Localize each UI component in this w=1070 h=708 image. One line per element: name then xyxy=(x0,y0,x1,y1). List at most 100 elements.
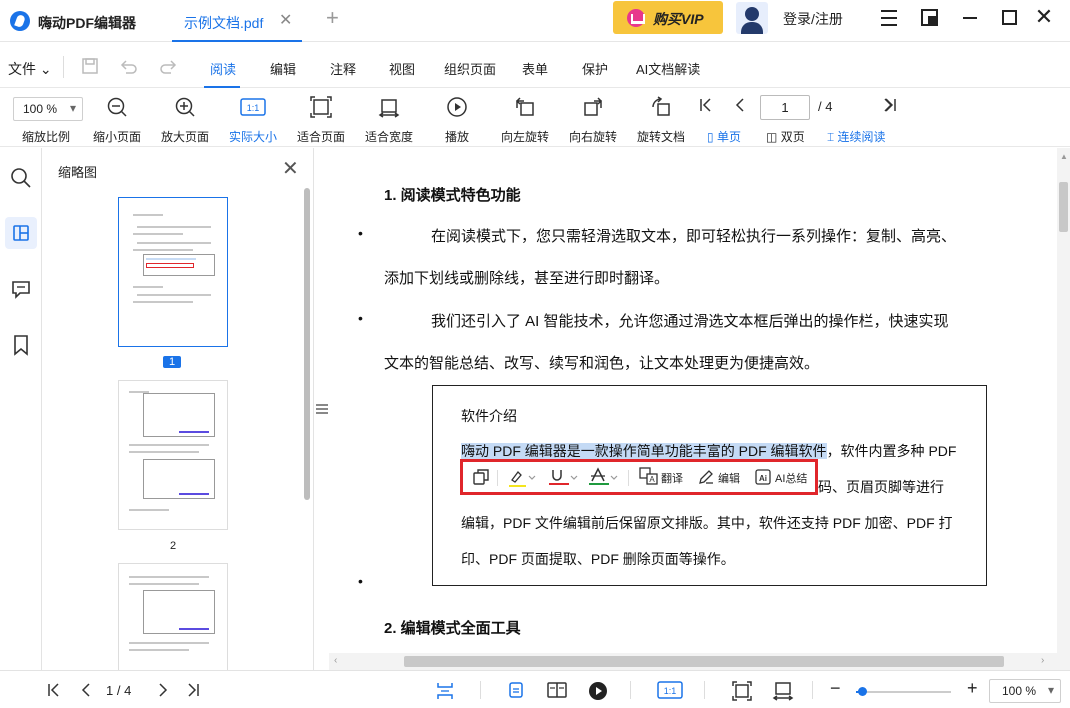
menu-view[interactable]: 视图 xyxy=(389,59,415,78)
minimize-icon[interactable] xyxy=(958,6,982,30)
actual-size-icon[interactable]: 1:1 xyxy=(657,681,683,703)
first-page-icon[interactable] xyxy=(698,95,714,120)
redo-icon[interactable] xyxy=(158,57,178,80)
fit-page-icon[interactable] xyxy=(732,681,752,705)
previous-page-icon[interactable] xyxy=(79,681,93,703)
double-page-icon[interactable] xyxy=(546,681,568,703)
save-icon[interactable] xyxy=(81,57,99,80)
rotate-document-label: 旋转文档 xyxy=(636,130,685,144)
bullet2-line2[interactable]: 文本的智能总结、改写、续写和润色，让文本处理更为便捷高效。 xyxy=(384,352,819,373)
scroll-left-icon[interactable]: ‹ xyxy=(334,655,337,666)
hamburger-menu-icon[interactable] xyxy=(877,6,901,30)
vertical-scrollbar[interactable]: ▲ xyxy=(1057,148,1070,670)
window-layout-icon[interactable] xyxy=(918,6,942,30)
zoom-out-icon[interactable]: − xyxy=(830,678,841,699)
zoom-slider-knob[interactable] xyxy=(857,687,867,696)
continuous-scroll-icon[interactable] xyxy=(436,681,454,705)
selected-text[interactable]: 嗨动 PDF 编辑器是一款操作简单功能丰富的 PDF 编辑软件 xyxy=(461,443,827,459)
document-tab[interactable]: 示例文档.pdf ✕ xyxy=(172,0,302,42)
next-page-icon[interactable] xyxy=(156,681,170,703)
menu-ai-doc[interactable]: AI文档解读 xyxy=(636,59,700,78)
bullet2-line1[interactable]: 我们还引入了 AI 智能技术，允许您通过滑选文本框后弹出的操作栏，快速实现 xyxy=(431,310,949,331)
copy-icon[interactable] xyxy=(472,468,490,489)
zoom-out-button[interactable]: 缩小页面 xyxy=(92,89,142,147)
panel-resize-handle[interactable] xyxy=(316,402,328,416)
zoom-in-icon xyxy=(175,97,195,117)
scroll-right-icon[interactable]: › xyxy=(1041,655,1044,666)
rotate-right-label: 向右旋转 xyxy=(568,130,617,144)
thumbnails-icon[interactable] xyxy=(5,217,37,249)
single-page-option[interactable]: ▯ 单页 xyxy=(707,128,741,145)
double-page-option[interactable]: ◫ 双页 xyxy=(766,128,805,145)
menu-annotate[interactable]: 注释 xyxy=(330,59,356,78)
edit-label[interactable]: 编辑 xyxy=(718,470,740,486)
status-zoom-select[interactable]: 100 % xyxy=(989,679,1061,703)
box-line-4[interactable]: 印、PDF 页面提取、PDF 删除页面等操作。 xyxy=(461,549,735,569)
translate-icon: A xyxy=(639,467,658,485)
last-page-icon[interactable] xyxy=(882,95,898,120)
bullet1-line2[interactable]: 添加下划线或删除线，甚至进行即时翻译。 xyxy=(384,267,669,288)
menu-edit[interactable]: 编辑 xyxy=(270,59,296,78)
rotate-document-button[interactable]: 旋转文档 xyxy=(636,89,686,147)
thumbnail-page-3[interactable] xyxy=(118,563,228,673)
continuous-reading-option[interactable]: ⌶ 连续阅读 xyxy=(827,128,886,145)
ai-summary-label[interactable]: AI总结 xyxy=(775,470,807,486)
horizontal-scrollbar[interactable]: ‹ › xyxy=(329,653,1057,670)
bullet1-line1[interactable]: 在阅读模式下，您只需轻滑选取文本，即可轻松执行一系列操作：复制、高亮、 xyxy=(431,225,956,246)
edit-icon[interactable] xyxy=(697,468,715,489)
tab-close-icon[interactable]: ✕ xyxy=(279,10,292,30)
maximize-icon[interactable] xyxy=(998,6,1022,30)
thumbnail-page-1[interactable] xyxy=(118,197,228,347)
comments-icon[interactable] xyxy=(5,273,37,305)
box-line-2-tail[interactable]: 码、页眉页脚等进行 xyxy=(818,477,944,497)
search-icon[interactable] xyxy=(5,162,37,194)
translate-label[interactable]: 翻译 xyxy=(661,470,683,486)
thumbnail-page-2[interactable] xyxy=(118,380,228,530)
page-number-input[interactable]: 1 xyxy=(760,95,810,120)
zoom-in-icon[interactable]: + xyxy=(967,678,978,699)
menu-read[interactable]: 阅读 xyxy=(210,59,236,78)
ai-summary-icon[interactable]: Ai xyxy=(754,468,772,489)
zoom-in-button[interactable]: 放大页面 xyxy=(160,89,210,147)
single-page-icon[interactable] xyxy=(508,681,524,703)
vertical-scroll-thumb[interactable] xyxy=(1059,182,1068,232)
fit-width-button[interactable]: 适合宽度 xyxy=(364,89,414,147)
fit-width-icon[interactable] xyxy=(772,681,794,705)
rotate-right-button[interactable]: 向右旋转 xyxy=(568,89,618,147)
new-tab-icon[interactable]: + xyxy=(326,5,339,31)
login-register-link[interactable]: 登录/注册 xyxy=(783,9,843,29)
translate-button[interactable]: A xyxy=(639,467,659,488)
box-line-3[interactable]: 编辑，PDF 文件编辑前后保留原文排版。其中，软件还支持 PDF 加密、PDF … xyxy=(461,513,953,533)
svg-text:A: A xyxy=(649,475,655,484)
rotate-left-button[interactable]: 向左旋转 xyxy=(500,89,550,147)
first-page-icon[interactable] xyxy=(46,681,62,703)
scroll-up-icon[interactable]: ▲ xyxy=(1060,152,1068,161)
horizontal-scroll-thumb[interactable] xyxy=(404,656,1004,667)
undo-icon[interactable] xyxy=(119,57,139,80)
fit-page-button[interactable]: 适合页面 xyxy=(296,89,346,147)
file-menu[interactable]: 文件 ⌄ xyxy=(8,59,52,79)
thumbnails-scrollbar[interactable] xyxy=(304,188,310,500)
actual-size-button[interactable]: 1:1 实际大小 xyxy=(228,89,278,147)
zoom-slider[interactable] xyxy=(856,687,951,696)
zoom-select[interactable]: 100 % xyxy=(13,97,83,121)
highlight-icon[interactable] xyxy=(508,468,538,491)
play-icon[interactable] xyxy=(588,681,608,705)
document-viewport: 1. 阅读模式特色功能 • 在阅读模式下，您只需轻滑选取文本，即可轻松执行一系列… xyxy=(329,148,1070,670)
previous-page-icon[interactable] xyxy=(732,95,748,120)
play-label: 播放 xyxy=(444,130,469,144)
page-indicator: 1 / 4 xyxy=(106,683,132,698)
box-line-1[interactable]: 嗨动 PDF 编辑器是一款操作简单功能丰富的 PDF 编辑软件，软件内置多种 P… xyxy=(461,441,956,461)
bookmark-icon[interactable] xyxy=(5,329,37,361)
strikethrough-icon[interactable] xyxy=(588,467,618,490)
menu-organize-pages[interactable]: 组织页面 xyxy=(444,59,496,78)
last-page-icon[interactable] xyxy=(185,681,201,703)
avatar[interactable] xyxy=(736,2,768,34)
buy-vip-button[interactable]: 购买VIP xyxy=(613,1,723,34)
close-icon[interactable]: ✕ xyxy=(282,156,299,181)
play-button[interactable]: 播放 xyxy=(432,89,482,147)
menu-forms[interactable]: 表单 xyxy=(522,59,548,78)
menu-protect[interactable]: 保护 xyxy=(582,59,608,78)
underline-icon[interactable] xyxy=(548,467,578,490)
close-window-icon[interactable]: ✕ xyxy=(1032,6,1056,30)
